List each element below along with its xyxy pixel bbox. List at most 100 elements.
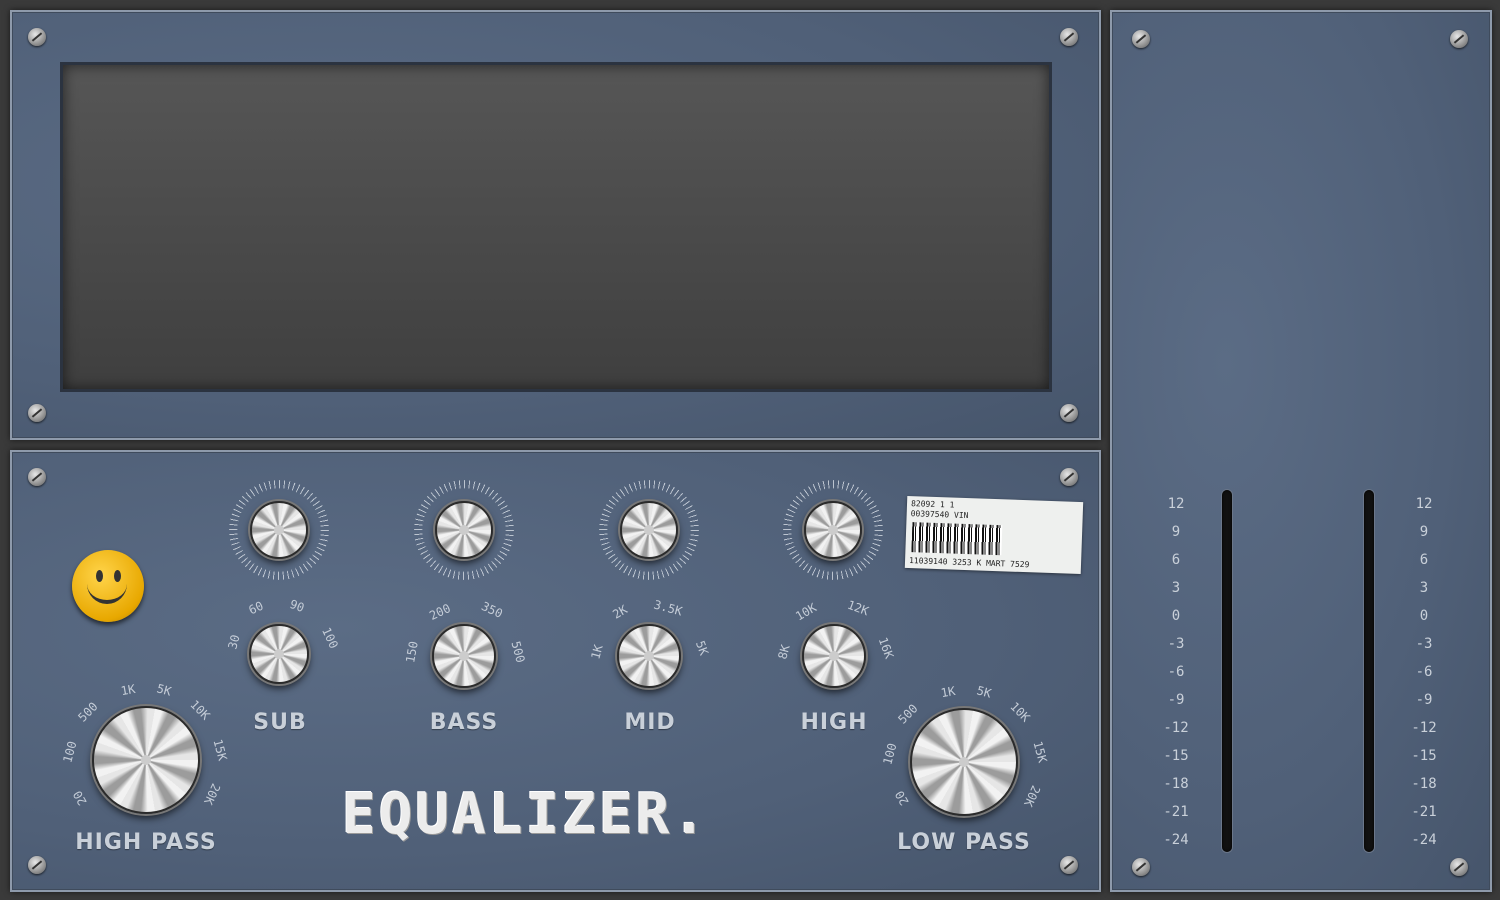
high-frequency-knob[interactable] bbox=[802, 624, 866, 688]
right-db-scale-label: 3 bbox=[1419, 580, 1429, 596]
mid-tick: 5K bbox=[692, 638, 712, 658]
low-pass-tick: 15K bbox=[1030, 739, 1050, 765]
right-db-scale-label: 12 bbox=[1415, 496, 1433, 512]
left-db-scale-label: -12 bbox=[1163, 720, 1189, 736]
left-db-scale-label: -6 bbox=[1167, 664, 1185, 680]
screw-icon bbox=[28, 404, 46, 422]
left-db-scale-label: 6 bbox=[1171, 552, 1181, 568]
mid-gain-knob[interactable] bbox=[620, 501, 678, 559]
high-pass-tick: 5K bbox=[155, 681, 173, 699]
right-db-scale-label: 6 bbox=[1419, 552, 1429, 568]
screw-icon bbox=[1132, 858, 1150, 876]
left-db-scale-label: -21 bbox=[1163, 804, 1189, 820]
high-pass-tick: 100 bbox=[60, 739, 80, 765]
high-pass-label: HIGH PASS bbox=[75, 830, 217, 855]
high-tick: 16K bbox=[875, 635, 897, 661]
barcode-icon bbox=[911, 522, 1003, 556]
screw-icon bbox=[28, 28, 46, 46]
left-db-scale-label: -24 bbox=[1163, 832, 1189, 848]
control-panel: 82092 1 1 00397540 VIN 11039140 3253 K M… bbox=[10, 450, 1101, 892]
right-db-scale-label: -6 bbox=[1415, 664, 1433, 680]
mid-tick: 1K bbox=[588, 643, 606, 661]
right-db-scale-label: -18 bbox=[1411, 776, 1437, 792]
sticker-text: 00397540 VIN bbox=[910, 509, 969, 521]
mid-frequency-knob[interactable] bbox=[617, 624, 681, 688]
high-tick: 12K bbox=[845, 597, 871, 619]
spectrum-display-screen bbox=[60, 62, 1052, 392]
screw-icon bbox=[1132, 30, 1150, 48]
right-db-scale-label: -15 bbox=[1411, 748, 1437, 764]
low-pass-tick: 500 bbox=[895, 701, 921, 727]
low-pass-label: LOW PASS bbox=[897, 830, 1031, 855]
equalizer-logo: EQUALIZER. bbox=[342, 782, 710, 847]
right-db-scale-label: -3 bbox=[1415, 636, 1433, 652]
left-db-scale-label: 9 bbox=[1171, 524, 1181, 540]
high-pass-tick: 500 bbox=[75, 699, 101, 725]
low-pass-tick: 20 bbox=[892, 788, 912, 808]
high-tick: 8K bbox=[775, 643, 793, 661]
low-pass-knob[interactable] bbox=[910, 708, 1018, 816]
bass-frequency-knob[interactable] bbox=[432, 624, 496, 688]
left-db-scale-label: 12 bbox=[1167, 496, 1185, 512]
high-tick: 10K bbox=[793, 600, 819, 624]
left-db-scale-label: -18 bbox=[1163, 776, 1189, 792]
left-db-scale-label: -9 bbox=[1167, 692, 1185, 708]
low-pass-tick: 20K bbox=[1021, 783, 1043, 809]
sub-label: SUB bbox=[253, 710, 307, 735]
sticker-text: 82092 1 1 bbox=[910, 499, 955, 510]
right-db-scale-label: -24 bbox=[1411, 832, 1437, 848]
smiley-sticker-icon bbox=[72, 550, 144, 622]
display-panel bbox=[10, 10, 1101, 440]
high-pass-tick: 1K bbox=[119, 681, 137, 699]
right-db-scale-label: 9 bbox=[1419, 524, 1429, 540]
low-pass-tick: 10K bbox=[1007, 699, 1033, 725]
level-meter-panel: 12 12 9 9 6 6 3 3 0 0 -3 -3 -6 -6 -9 -9 -12 -12 -15 -15 -18 -… bbox=[1110, 10, 1492, 892]
sub-tick: 30 bbox=[225, 633, 243, 651]
barcode-sticker: 82092 1 1 00397540 VIN 11039140 3253 K M… bbox=[904, 495, 1084, 575]
sub-gain-knob-unit bbox=[229, 480, 329, 580]
screw-icon bbox=[28, 468, 46, 486]
sub-gain-knob[interactable] bbox=[250, 501, 308, 559]
high-label: HIGH bbox=[800, 710, 868, 735]
sub-tick: 90 bbox=[287, 596, 307, 616]
mid-tick: 2K bbox=[610, 602, 630, 622]
high-gain-knob[interactable] bbox=[804, 501, 862, 559]
right-db-scale-label: -21 bbox=[1411, 804, 1437, 820]
bass-tick: 150 bbox=[403, 640, 421, 664]
high-gain-knob-unit bbox=[783, 480, 883, 580]
screw-icon bbox=[1450, 30, 1468, 48]
screw-icon bbox=[1060, 28, 1078, 46]
low-pass-tick: 1K bbox=[939, 683, 957, 701]
high-pass-tick: 20K bbox=[201, 781, 223, 807]
mid-gain-knob-unit bbox=[599, 480, 699, 580]
bass-tick: 350 bbox=[479, 599, 505, 621]
screw-icon bbox=[1060, 856, 1078, 874]
right-db-scale-label: 0 bbox=[1419, 608, 1429, 624]
left-db-scale-label: 3 bbox=[1171, 580, 1181, 596]
screw-icon bbox=[1060, 404, 1078, 422]
left-level-meter bbox=[1222, 490, 1232, 852]
low-pass-tick: 5K bbox=[975, 683, 993, 701]
bass-tick: 500 bbox=[508, 639, 528, 665]
high-pass-tick: 10K bbox=[187, 697, 213, 723]
bass-gain-knob-unit bbox=[414, 480, 514, 580]
sub-frequency-knob[interactable] bbox=[249, 624, 309, 684]
sub-tick: 100 bbox=[319, 625, 341, 651]
high-pass-tick: 20 bbox=[70, 788, 90, 808]
bass-gain-knob[interactable] bbox=[435, 501, 493, 559]
low-pass-tick: 100 bbox=[880, 741, 900, 767]
bass-tick: 200 bbox=[427, 601, 453, 623]
right-db-scale-label: -9 bbox=[1415, 692, 1433, 708]
left-db-scale-label: -15 bbox=[1163, 748, 1189, 764]
sticker-text: 11039140 3253 K MART 7529 bbox=[908, 556, 1030, 570]
right-level-meter bbox=[1364, 490, 1374, 852]
left-db-scale-label: -3 bbox=[1167, 636, 1185, 652]
bass-label: BASS bbox=[429, 710, 499, 735]
left-db-scale-label: 0 bbox=[1171, 608, 1181, 624]
high-pass-knob[interactable] bbox=[92, 706, 200, 814]
screw-icon bbox=[28, 856, 46, 874]
screw-icon bbox=[1450, 858, 1468, 876]
mid-tick: 3.5K bbox=[652, 597, 684, 619]
mid-label: MID bbox=[624, 710, 676, 735]
screw-icon bbox=[1060, 468, 1078, 486]
